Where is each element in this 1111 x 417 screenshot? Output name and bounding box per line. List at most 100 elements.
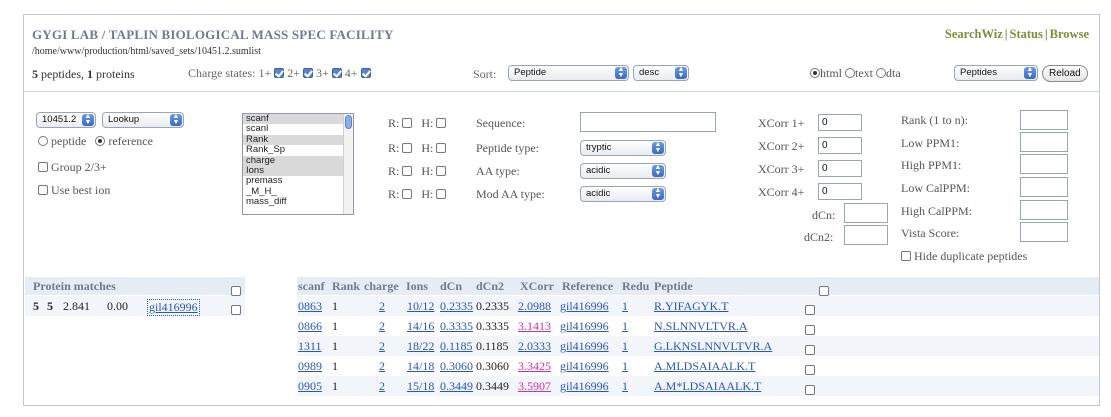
peptide-link[interactable]: R.YIFAGYK.T [654,299,728,314]
ions-link[interactable]: 14/18 [407,359,434,374]
r-checkbox[interactable] [402,143,413,153]
charge-link[interactable]: 2 [379,339,385,354]
set-select[interactable]: 10451.2 ▲ ▼ [36,112,96,128]
reference-link[interactable]: gil416996 [560,359,609,374]
xcorr-link[interactable]: 2.0988 [518,299,551,314]
peptide-type-select[interactable]: tryptic ▲ ▼ [580,140,666,156]
reference-radio[interactable] [95,136,106,146]
h-checkbox[interactable] [436,143,447,153]
vista-score-input[interactable] [1020,222,1068,242]
dcn2-input[interactable] [844,225,888,245]
format-html-radio[interactable] [810,68,820,78]
group-checkbox[interactable] [38,162,48,172]
high-ppm1-input[interactable] [1020,154,1068,174]
h-checkbox[interactable] [436,118,447,128]
reference-link[interactable]: gil416996 [560,299,609,314]
peptide-link[interactable]: A.M*LDSAIAALK.T [654,379,761,394]
reference-link[interactable]: gil416996 [560,339,609,354]
hide-dup-checkbox[interactable] [901,251,911,261]
reload-button[interactable]: Reload [1042,65,1088,82]
format-text-radio[interactable] [845,68,856,78]
r-checkbox[interactable] [402,118,413,128]
charge-link[interactable]: 2 [379,359,385,374]
sort-order-select[interactable]: desc ▲ ▼ [633,65,689,81]
scanf-link[interactable]: 0863 [298,299,322,314]
protein-row-checkbox[interactable] [231,305,241,315]
peptide-link[interactable]: G.LKNSLNNVLTVR.A [654,339,772,354]
charge-1-checkbox[interactable] [274,68,285,78]
redundancy-link[interactable]: 1 [622,339,628,354]
field-listbox[interactable]: scanf scanl Rank Rank_Sp charge Ions pre… [242,113,354,215]
field-option[interactable]: mass_diff [243,196,353,207]
redundancy-link[interactable]: 1 [622,359,628,374]
high-calppm-input[interactable] [1020,200,1068,220]
sort-field-select[interactable]: Peptide ▲ ▼ [508,65,629,81]
mode-select[interactable]: Lookup ▲ ▼ [102,112,184,128]
reference-link[interactable]: gil416996 [560,319,609,334]
select-arrows-icon: ▲ ▼ [1024,66,1036,79]
redundancy-link[interactable]: 1 [622,379,628,394]
xcorr-link[interactable]: 2.0333 [518,339,551,354]
r-checkbox[interactable] [402,166,413,176]
dcn-link[interactable]: 0.3060 [440,359,473,374]
h-checkbox[interactable] [436,189,447,199]
scanf-link[interactable]: 0989 [298,359,322,374]
charge-link[interactable]: 2 [379,299,385,314]
ions-link[interactable]: 10/12 [407,299,434,314]
xcorr-link[interactable]: 3.3425 [518,359,551,374]
dcn-link[interactable]: 0.2335 [440,299,473,314]
scanf-link[interactable]: 1311 [298,339,322,354]
row-checkbox[interactable] [805,305,815,315]
h-label: H: [421,116,434,130]
mod-aa-type-select[interactable]: acidic ▲ ▼ [580,186,666,202]
xcorr-4-input[interactable]: 0 [818,183,862,200]
xcorr-2-input[interactable]: 0 [818,137,862,154]
xcorr-link[interactable]: 3.1413 [518,319,551,334]
row-checkbox[interactable] [805,325,815,335]
charge-4-checkbox[interactable] [360,68,371,78]
nav-status-link[interactable]: Status [1010,27,1043,41]
dcn-link[interactable]: 0.1185 [440,339,473,354]
peptide-radio[interactable] [38,136,48,146]
protein-reference-link[interactable]: gil416996 [147,299,200,316]
sequence-input[interactable] [580,112,716,132]
listbox-scrollbar[interactable] [343,114,353,214]
protein-select-all-checkbox[interactable] [231,286,241,296]
row-checkbox[interactable] [805,385,815,395]
row-checkbox[interactable] [805,345,815,355]
peptide-link[interactable]: A.MLDSAIAALK.T [654,359,755,374]
ions-link[interactable]: 18/22 [407,339,434,354]
scanf-link[interactable]: 0866 [298,319,322,334]
row-checkbox[interactable] [805,365,815,375]
redundancy-link[interactable]: 1 [622,299,628,314]
charge-2-checkbox[interactable] [303,68,313,78]
best-ion-checkbox[interactable] [38,185,48,195]
nav-searchwiz-link[interactable]: SearchWiz [945,27,1003,41]
charge-3-checkbox[interactable] [331,68,342,78]
charge-link[interactable]: 2 [379,379,385,394]
reference-link[interactable]: gil416996 [560,379,609,394]
r-checkbox[interactable] [402,189,413,199]
format-dta-radio[interactable] [876,68,887,78]
low-calppm-input[interactable] [1020,177,1068,197]
ions-link[interactable]: 15/18 [407,379,434,394]
rank-input[interactable] [1020,110,1068,130]
aa-type-select[interactable]: acidic ▲ ▼ [580,163,666,179]
dcn-link[interactable]: 0.3449 [440,379,473,394]
nav-browse-link[interactable]: Browse [1050,27,1089,41]
dta-type-select[interactable]: Peptides ▲ ▼ [954,65,1038,81]
xcorr-1-input[interactable]: 0 [818,114,862,131]
results-select-all-checkbox[interactable] [819,286,829,296]
xcorr-link[interactable]: 3.5907 [518,379,551,394]
dcn-input[interactable] [844,203,888,223]
h-checkbox[interactable] [436,166,447,176]
charge-link[interactable]: 2 [379,319,385,334]
scroll-thumb[interactable] [345,115,352,129]
xcorr-3-input[interactable]: 0 [818,160,862,177]
scanf-link[interactable]: 0905 [298,379,322,394]
low-ppm1-input[interactable] [1020,132,1068,152]
ions-link[interactable]: 14/16 [407,319,434,334]
peptide-link[interactable]: N.SLNNVLTVR.A [654,319,748,334]
dcn-link[interactable]: 0.3335 [440,319,473,334]
redundancy-link[interactable]: 1 [622,319,628,334]
